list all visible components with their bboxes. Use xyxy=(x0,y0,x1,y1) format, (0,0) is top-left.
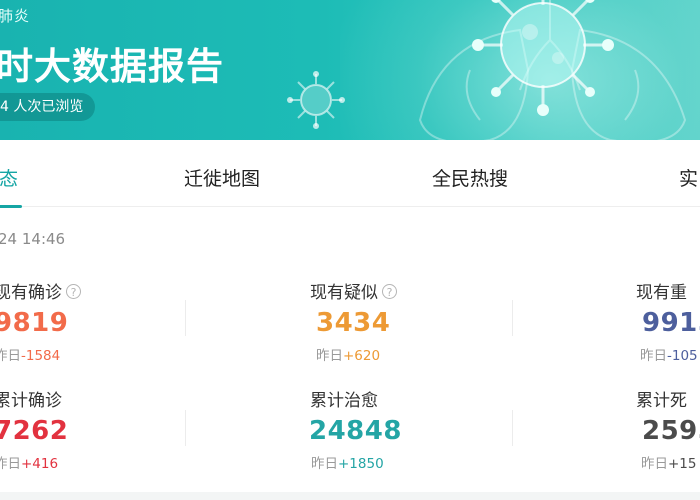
divider xyxy=(512,410,513,446)
stat-current-severe-delta: 昨日-105 xyxy=(640,344,698,364)
header-banner: 肺炎 时大数据报告 4 人次已浏览 xyxy=(0,0,700,140)
banner-subtitle: 肺炎 xyxy=(0,7,31,25)
stat-current-severe-value: 9915 xyxy=(642,308,700,338)
delta-prefix: 昨日 xyxy=(316,348,343,364)
stat-total-deaths-label: 累计死 xyxy=(636,391,687,411)
delta-value: -1584 xyxy=(21,348,61,364)
delta-value: +620 xyxy=(343,348,381,364)
virus-icon xyxy=(472,0,614,116)
stat-current-confirmed-value: 9819 xyxy=(0,308,69,338)
delta-prefix: 昨日 xyxy=(641,456,668,472)
delta-prefix: 昨日 xyxy=(640,348,667,364)
stat-current-suspected-label: 现有疑似? xyxy=(310,278,397,303)
section-separator xyxy=(0,492,700,500)
stat-current-confirmed-delta: 昨日-1584 xyxy=(0,344,60,364)
delta-prefix: 昨日 xyxy=(311,456,338,472)
stat-total-confirmed-label: 累计确诊 xyxy=(0,391,62,411)
delta-prefix: 昨日 xyxy=(0,348,21,364)
stat-total-deaths-delta: 昨日+15 xyxy=(641,452,697,472)
stat-current-severe-label: 现有重 xyxy=(636,283,687,303)
divider xyxy=(512,300,513,336)
active-tab-indicator xyxy=(0,205,22,208)
stat-label-text: 现有疑似 xyxy=(310,283,378,303)
divider xyxy=(185,300,186,336)
update-timestamp: 24 14:46 xyxy=(0,230,66,248)
tab-bar: 态 迁徙地图 全民热搜 实 xyxy=(0,140,700,207)
stat-total-cured-value: 24848 xyxy=(309,416,402,446)
delta-prefix: 昨日 xyxy=(0,456,21,472)
question-circle-icon[interactable]: ? xyxy=(382,284,397,299)
stat-current-suspected-delta: 昨日+620 xyxy=(316,344,380,364)
delta-value: +1850 xyxy=(338,456,384,472)
tab-realtime[interactable]: 实 xyxy=(679,164,698,191)
divider xyxy=(185,410,186,446)
stat-label-text: 现有确诊 xyxy=(0,283,62,303)
delta-value: +15 xyxy=(668,456,697,472)
view-count-badge: 4 人次已浏览 xyxy=(0,93,96,121)
question-circle-icon[interactable]: ? xyxy=(66,284,81,299)
stat-total-cured-delta: 昨日+1850 xyxy=(311,452,384,472)
stat-current-suspected-value: 3434 xyxy=(316,308,391,338)
stat-current-confirmed-label: 现有确诊? xyxy=(0,278,81,303)
delta-value: -105 xyxy=(667,348,698,364)
delta-value: +416 xyxy=(21,456,59,472)
virus-icon xyxy=(287,71,345,129)
stat-total-deaths-value: 2595 xyxy=(642,416,700,446)
stat-total-confirmed-value: 7262 xyxy=(0,416,69,446)
banner-title: 时大数据报告 xyxy=(0,45,224,88)
stat-total-confirmed-delta: 昨日+416 xyxy=(0,452,58,472)
tab-migration-map[interactable]: 迁徙地图 xyxy=(184,164,260,191)
tab-hot-search[interactable]: 全民热搜 xyxy=(432,164,508,191)
tab-epidemic-status[interactable]: 态 xyxy=(0,164,18,191)
stat-total-cured-label: 累计治愈 xyxy=(310,391,378,411)
